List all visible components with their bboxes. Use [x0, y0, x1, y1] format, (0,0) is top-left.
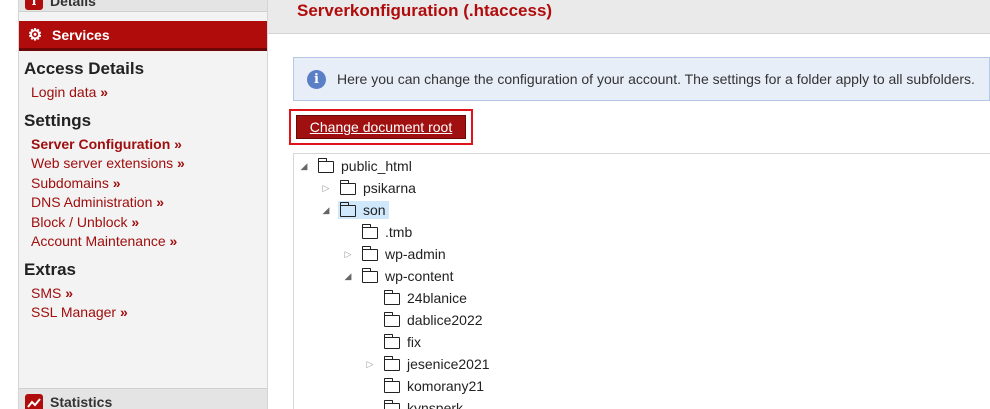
expanded-arrow-icon[interactable]: ◢ — [320, 205, 332, 216]
sidebar-link-dns-administration[interactable]: DNS Administration » — [31, 193, 267, 213]
tree-node-label-wrap[interactable]: wp-content — [360, 267, 456, 285]
sidebar-link-web-server-extensions[interactable]: Web server extensions » — [31, 154, 267, 174]
tree-node[interactable]: ◢ son — [320, 200, 389, 220]
folder-icon — [383, 356, 400, 371]
sidebar-menu: Access Details Login data » Settings Ser… — [24, 59, 267, 331]
tree-node[interactable]: ▷ jesenice2021 — [364, 354, 493, 374]
sidebar-header-details[interactable]: i Details — [19, 0, 267, 12]
tree-node[interactable]: ▷ psikarna — [320, 178, 419, 198]
tree-node-label-wrap[interactable]: 24blanice — [382, 289, 470, 307]
tree-node-label: jesenice2021 — [407, 356, 490, 372]
tree-node-label: fix — [407, 334, 421, 350]
folder-icon — [339, 180, 356, 195]
tree-node[interactable]: ◢ wp-content — [342, 266, 456, 286]
tree-node[interactable]: fix — [364, 332, 424, 352]
tree-node[interactable]: ◢ public_html — [298, 156, 415, 176]
sidebar-header-statistics[interactable]: Statistics — [19, 388, 267, 409]
tree-node-label-wrap[interactable]: jesenice2021 — [382, 355, 493, 373]
tree-node-label: psikarna — [363, 180, 416, 196]
tree-node[interactable]: komorany21 — [364, 376, 487, 396]
tree-node-label-wrap[interactable]: psikarna — [338, 179, 419, 197]
tree-node-label: son — [363, 202, 386, 218]
sidebar-link-server-configuration[interactable]: Server Configuration » — [31, 135, 267, 155]
sidebar-link-ssl-manager[interactable]: SSL Manager » — [31, 303, 267, 323]
expanded-arrow-icon[interactable]: ◢ — [298, 161, 310, 172]
section-title: Settings — [24, 110, 92, 130]
folder-icon — [317, 158, 334, 173]
tree-node[interactable]: 24blanice — [364, 288, 470, 308]
collapsed-arrow-icon[interactable]: ▷ — [364, 359, 376, 370]
gears-icon: ⚙ — [27, 26, 43, 44]
tree-node[interactable]: kynsperk — [364, 398, 466, 409]
page-title: Serverkonfiguration (.htaccess) — [297, 1, 553, 20]
chart-icon — [25, 394, 43, 409]
section-title: Access Details — [24, 59, 145, 78]
highlight-frame: Change document root — [289, 109, 473, 145]
sidebar-link-account-maintenance[interactable]: Account Maintenance » — [31, 232, 267, 252]
tree-node-label: 24blanice — [407, 290, 467, 306]
sidebar-header-label: Services — [52, 26, 110, 43]
tree-node-label-wrap[interactable]: fix — [382, 333, 424, 351]
expanded-arrow-icon[interactable]: ◢ — [342, 271, 354, 282]
folder-icon — [361, 268, 378, 283]
tree-node[interactable]: dablice2022 — [364, 310, 486, 330]
page-header: Serverkonfiguration (.htaccess) — [268, 0, 990, 34]
sidebar-link-subdomains[interactable]: Subdomains » — [31, 174, 267, 194]
change-document-root-button[interactable]: Change document root — [296, 115, 466, 139]
tree-node[interactable]: .tmb — [342, 222, 415, 242]
folder-icon — [383, 334, 400, 349]
tree-node[interactable]: ▷ wp-admin — [342, 244, 449, 264]
sidebar-link-sms[interactable]: SMS » — [31, 284, 267, 304]
tree-node-label-wrap[interactable]: kynsperk — [382, 399, 466, 409]
folder-icon — [383, 400, 400, 409]
tree-node-label: komorany21 — [407, 378, 485, 394]
tree-node-label: wp-admin — [385, 246, 446, 262]
sidebar-section-extras: Extras SMS » SSL Manager » — [24, 260, 267, 323]
sidebar-header-services[interactable]: ⚙ Services — [19, 21, 267, 51]
section-title: Extras — [24, 259, 76, 279]
sidebar-header-label: Details — [50, 0, 96, 9]
info-text: Here you can change the configuration of… — [337, 71, 975, 87]
sidebar-section-access-details: Access Details Login data » — [24, 59, 267, 103]
sidebar-section-settings: Settings Server Configuration » Web serv… — [24, 111, 267, 252]
tree-node-label: public_html — [341, 158, 412, 174]
tree-node-label-wrap[interactable]: komorany21 — [382, 377, 487, 395]
tree-node-label-wrap[interactable]: wp-admin — [360, 245, 449, 263]
folder-icon — [339, 202, 356, 217]
tree-node-label-wrap[interactable]: public_html — [316, 157, 415, 175]
folder-tree: ◢ public_html ▷ psikarna ◢ son .tmb ▷ wp-admin ◢ w… — [293, 153, 990, 409]
sidebar-header-label: Statistics — [50, 394, 113, 409]
tree-node-label-wrap[interactable]: dablice2022 — [382, 311, 486, 329]
tree-node-label: kynsperk — [407, 400, 464, 409]
tree-node-label: .tmb — [385, 224, 413, 240]
sidebar-link-login-data[interactable]: Login data » — [31, 83, 267, 103]
folder-icon — [361, 224, 378, 239]
tree-node-label: dablice2022 — [407, 312, 483, 328]
tree-node-label-wrap[interactable]: .tmb — [360, 223, 415, 241]
info-circle-icon: i — [307, 69, 326, 89]
main-content: Serverkonfiguration (.htaccess) i Here y… — [268, 0, 990, 409]
folder-icon — [383, 312, 400, 327]
sidebar-link-block-unblock[interactable]: Block / Unblock » — [31, 213, 267, 233]
tree-node-label-wrap[interactable]: son — [338, 201, 389, 219]
folder-icon — [383, 290, 400, 305]
info-icon: i — [25, 0, 43, 10]
tree-node-label: wp-content — [385, 268, 454, 284]
sidebar: i Details ⚙ Services Access Details Logi… — [18, 0, 268, 409]
folder-icon — [383, 378, 400, 393]
collapsed-arrow-icon[interactable]: ▷ — [320, 183, 332, 194]
info-message: i Here you can change the configuration … — [293, 57, 990, 101]
folder-icon — [361, 246, 378, 261]
collapsed-arrow-icon[interactable]: ▷ — [342, 249, 354, 260]
